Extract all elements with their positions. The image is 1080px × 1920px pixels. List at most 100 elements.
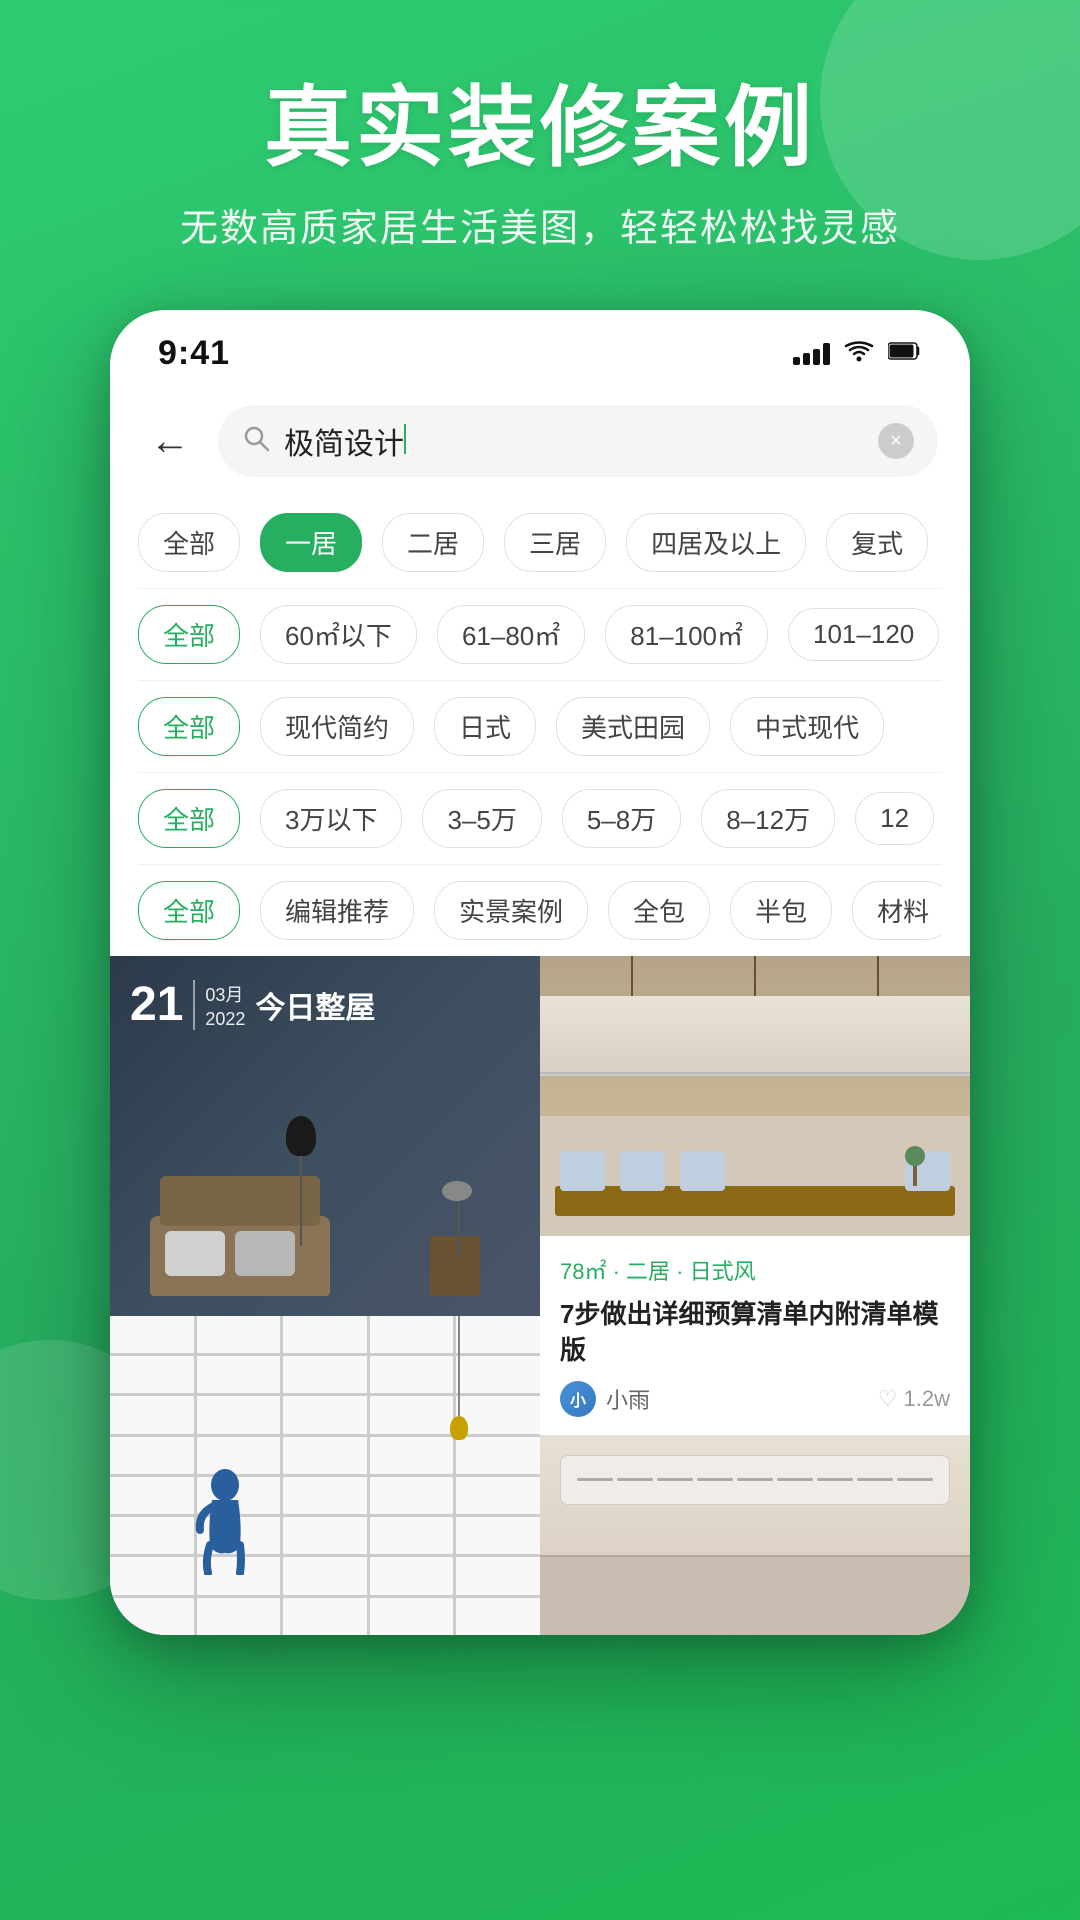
today-meta: 03月 2022 (205, 981, 245, 1030)
side-table (430, 1236, 480, 1296)
clear-button[interactable]: × (878, 423, 914, 459)
chair-3 (680, 1151, 725, 1191)
card-kitchen[interactable] (540, 956, 970, 1236)
filter-chip-101-120[interactable]: 101–120 (788, 608, 939, 661)
plant-stem (457, 1196, 460, 1256)
filter-row-room-type: 全部 一居 二居 三居 四居及以上 复式 (138, 497, 942, 589)
dining-table (555, 1186, 955, 1216)
card-tiles[interactable] (110, 1316, 540, 1635)
back-button[interactable]: ← (142, 421, 198, 461)
status-bar: 9:41 (110, 310, 970, 389)
heart-icon: ♡ (878, 1386, 898, 1412)
sub-title: 无数高质家居生活美图，轻轻松松找灵感 (0, 197, 1080, 252)
baseboard (540, 1555, 970, 1557)
card-beige[interactable] (540, 1435, 970, 1635)
filter-chip-81-100[interactable]: 81–100㎡ (605, 605, 768, 664)
filter-chip-8-12w[interactable]: 8–12万 (701, 789, 835, 848)
card-tags: 78㎡ · 二居 · 日式风 (560, 1254, 950, 1286)
left-column: 21 03月 2022 今日整屋 (110, 956, 540, 1635)
filter-chip-60[interactable]: 60㎡以下 (260, 605, 417, 664)
top-section: 真实装修案例 无数高质家居生活美图，轻轻松松找灵感 (0, 0, 1080, 312)
filter-chip-4room[interactable]: 四居及以上 (626, 513, 806, 572)
cushion-2 (235, 1231, 295, 1276)
today-badge: 21 03月 2022 今日整屋 (130, 980, 375, 1030)
filter-row-budget: 全部 3万以下 3–5万 5–8万 8–12万 12 (138, 773, 942, 865)
today-year: 2022 (205, 1009, 245, 1030)
filter-chip-12w[interactable]: 12 (855, 792, 934, 845)
search-icon (242, 424, 270, 459)
blue-figure (190, 1465, 260, 1575)
sofa-back (160, 1176, 320, 1226)
filter-chip-duplex[interactable]: 复式 (826, 513, 928, 572)
search-text: 极简设计 (284, 419, 864, 463)
filter-chip-2room[interactable]: 二居 (382, 513, 484, 572)
chair-2 (620, 1151, 665, 1191)
card-title: 7步做出详细预算清单内附清单模版 (560, 1296, 950, 1369)
likes-count: 1.2w (904, 1386, 950, 1412)
kitchen-scene (540, 956, 970, 1236)
plant (900, 1146, 930, 1186)
filter-chip-3-5w[interactable]: 3–5万 (422, 789, 541, 848)
wifi-icon (844, 340, 874, 367)
lamp-shade (286, 1116, 316, 1156)
today-label: 今日整屋 (255, 983, 375, 1027)
tiles-scene (110, 1316, 540, 1635)
search-bar-row: ← 极简设计 × (110, 389, 970, 497)
filter-section: 全部 一居 二居 三居 四居及以上 复式 全部 60㎡以下 61–80㎡ 81–… (110, 497, 970, 956)
card-author: 小 小雨 (560, 1381, 650, 1417)
filter-chip-material[interactable]: 材料 (852, 881, 942, 940)
card-likes: ♡ 1.2w (878, 1386, 950, 1412)
filter-chip-all-room[interactable]: 全部 (138, 513, 240, 572)
phone-mockup: 9:41 (110, 310, 970, 1635)
filter-chip-all-budget[interactable]: 全部 (138, 789, 240, 848)
filter-chip-3w[interactable]: 3万以下 (260, 789, 402, 848)
ac-vent (577, 1478, 933, 1481)
status-icons (793, 340, 922, 367)
content-grid: 21 03月 2022 今日整屋 (110, 956, 970, 1635)
plant-leaves (442, 1181, 472, 1201)
pendant-bulb-tiles (450, 1416, 468, 1440)
card-today[interactable]: 21 03月 2022 今日整屋 (110, 956, 540, 1316)
filter-chip-real[interactable]: 实景案例 (434, 881, 588, 940)
filter-chip-all-type[interactable]: 全部 (138, 881, 240, 940)
pendant-line-tiles (458, 1316, 460, 1416)
filter-chip-american[interactable]: 美式田园 (556, 697, 710, 756)
filter-chip-5-8w[interactable]: 5–8万 (562, 789, 681, 848)
beige-scene (540, 1435, 970, 1635)
cushion-1 (165, 1231, 225, 1276)
filter-chip-halfpack[interactable]: 半包 (730, 881, 832, 940)
signal-icon (793, 343, 830, 365)
filter-chip-all-style[interactable]: 全部 (138, 697, 240, 756)
battery-icon (888, 342, 922, 365)
filter-row-area: 全部 60㎡以下 61–80㎡ 81–100㎡ 101–120 (138, 589, 942, 681)
filter-chip-61-80[interactable]: 61–80㎡ (437, 605, 585, 664)
filter-chip-fullpack[interactable]: 全包 (608, 881, 710, 940)
floor (540, 1555, 970, 1635)
filter-chip-all-area[interactable]: 全部 (138, 605, 240, 664)
filter-row-type: 全部 编辑推荐 实景案例 全包 半包 材料 (138, 865, 942, 956)
tile-grid (110, 1316, 540, 1635)
main-title: 真实装修案例 (0, 80, 1080, 177)
upper-cabinet (540, 996, 970, 1076)
furniture-scene (110, 1096, 540, 1316)
filter-row-style: 全部 现代简约 日式 美式田园 中式现代 (138, 681, 942, 773)
author-name: 小雨 (606, 1383, 650, 1415)
today-card-bg: 21 03月 2022 今日整屋 (110, 956, 540, 1316)
status-time: 9:41 (158, 334, 230, 373)
today-month: 03月 (205, 981, 245, 1007)
author-avatar: 小 (560, 1381, 596, 1417)
today-date: 21 (130, 981, 183, 1029)
filter-chip-modern[interactable]: 现代简约 (260, 697, 414, 756)
today-divider (193, 980, 195, 1030)
filter-chip-1room[interactable]: 一居 (260, 513, 362, 572)
chair-1 (560, 1151, 605, 1191)
search-input-wrap[interactable]: 极简设计 × (218, 405, 938, 477)
filter-chip-3room[interactable]: 三居 (504, 513, 606, 572)
ac-unit (560, 1455, 950, 1505)
filter-chip-editorial[interactable]: 编辑推荐 (260, 881, 414, 940)
right-column: 78㎡ · 二居 · 日式风 7步做出详细预算清单内附清单模版 小 小雨 ♡ 1… (540, 956, 970, 1635)
filter-chip-chinese[interactable]: 中式现代 (730, 697, 884, 756)
card-footer: 小 小雨 ♡ 1.2w (560, 1381, 950, 1417)
card-kitchen-info: 78㎡ · 二居 · 日式风 7步做出详细预算清单内附清单模版 小 小雨 ♡ 1… (540, 1236, 970, 1435)
filter-chip-japanese[interactable]: 日式 (434, 697, 536, 756)
